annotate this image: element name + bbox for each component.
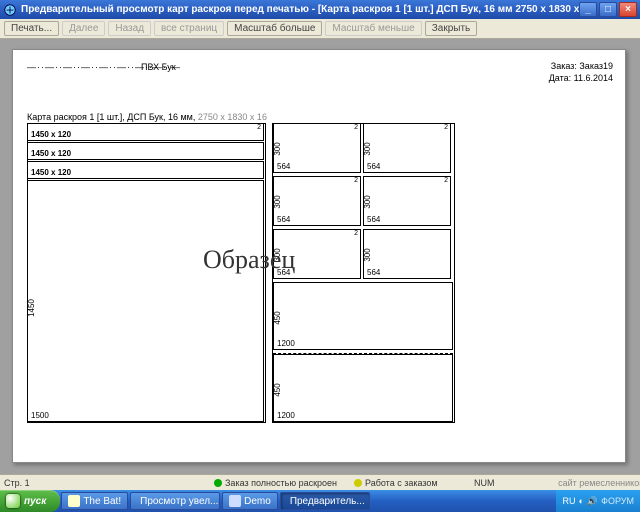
status-page: Стр. 1 — [4, 478, 214, 488]
status-branding: сайт ремесленников — [524, 478, 640, 488]
back-button[interactable]: Назад — [108, 21, 151, 36]
print-button[interactable]: Печать... — [4, 21, 59, 36]
titlebar: Предварительный просмотр карт раскроя пе… — [0, 0, 640, 19]
task-thebat[interactable]: The Bat! — [61, 492, 128, 510]
piece-bottom-2: 1200 450 — [273, 354, 453, 422]
status-msg2: Работа с заказом — [354, 478, 474, 488]
piece-r1c1: 564 3002 — [273, 123, 361, 173]
status-msg1: Заказ полностью раскроен — [214, 478, 354, 488]
piece-strip-1: 1450 x 1202 — [27, 123, 264, 141]
piece-r3c2: 564 300 — [363, 229, 451, 279]
start-button[interactable]: пуск — [0, 490, 60, 512]
header-right: Заказ: Заказ19 Дата: 11.6.2014 — [549, 60, 613, 84]
piece-large: 1500 1450 — [27, 180, 264, 422]
header-material: ПВХ Бук — [141, 62, 176, 72]
page: —··—··—··—··—··—··—··—··— ПВХ Бук Заказ:… — [12, 49, 626, 463]
sheet-subtitle: Карта раскроя 1 [1 шт.], ДСП Бук, 16 мм,… — [27, 112, 267, 122]
piece-r2c1: 564 3002 — [273, 176, 361, 226]
windows-icon — [6, 494, 20, 508]
minimize-button[interactable]: _ — [579, 2, 597, 17]
app-icon — [3, 3, 17, 17]
tray-icon[interactable]: 🔊 — [587, 496, 598, 507]
toolbar: Печать... Далее Назад все страниц Масшта… — [0, 19, 640, 39]
window-buttons: _ □ × — [579, 2, 637, 17]
order-label: Заказ: Заказ19 — [549, 60, 613, 72]
zoomout-button[interactable]: Масштаб меньше — [325, 21, 421, 36]
zoomin-button[interactable]: Масштаб больше — [227, 21, 322, 36]
system-tray[interactable]: RU ◐ 🔊 ФОРУМ — [556, 490, 640, 512]
next-button[interactable]: Далее — [62, 21, 105, 36]
piece-r1c2: 564 3002 — [363, 123, 451, 173]
window-title: Предварительный просмотр карт раскроя пе… — [21, 4, 579, 15]
lang-indicator[interactable]: RU — [562, 496, 575, 506]
piece-strip-3: 1450 x 120 — [27, 161, 264, 179]
statusbar: Стр. 1 Заказ полностью раскроен Работа с… — [0, 474, 640, 490]
date-label: Дата: 11.6.2014 — [549, 72, 613, 84]
page-area: —··—··—··—··—··—··—··—··— ПВХ Бук Заказ:… — [0, 39, 640, 474]
task-preview[interactable]: Предваритель... — [280, 492, 370, 510]
subtitle-dims: 2750 x 1830 x 16 — [198, 112, 267, 122]
task-viewer[interactable]: Пpocмoтp увел... — [130, 492, 220, 510]
subtitle-main: Карта раскроя 1 [1 шт.], ДСП Бук, 16 мм, — [27, 112, 195, 122]
tray-brand: ФОРУМ — [601, 496, 634, 506]
allpages-button[interactable]: все страниц — [154, 21, 224, 36]
task-demo[interactable]: Demo — [222, 492, 278, 510]
piece-r2c2: 564 3002 — [363, 176, 451, 226]
close-button[interactable]: × — [619, 2, 637, 17]
taskbar: пуск The Bat! Пpocмoтp увел... Demo Пред… — [0, 490, 640, 512]
watermark: Образец — [203, 245, 295, 275]
tray-icon[interactable]: ◐ — [578, 496, 583, 506]
close-preview-button[interactable]: Закрыть — [425, 21, 478, 36]
maximize-button[interactable]: □ — [599, 2, 617, 17]
piece-bottom-1: 1200 450 — [273, 282, 453, 350]
status-num: NUM — [474, 478, 524, 488]
piece-strip-2: 1450 x 120 — [27, 142, 264, 160]
